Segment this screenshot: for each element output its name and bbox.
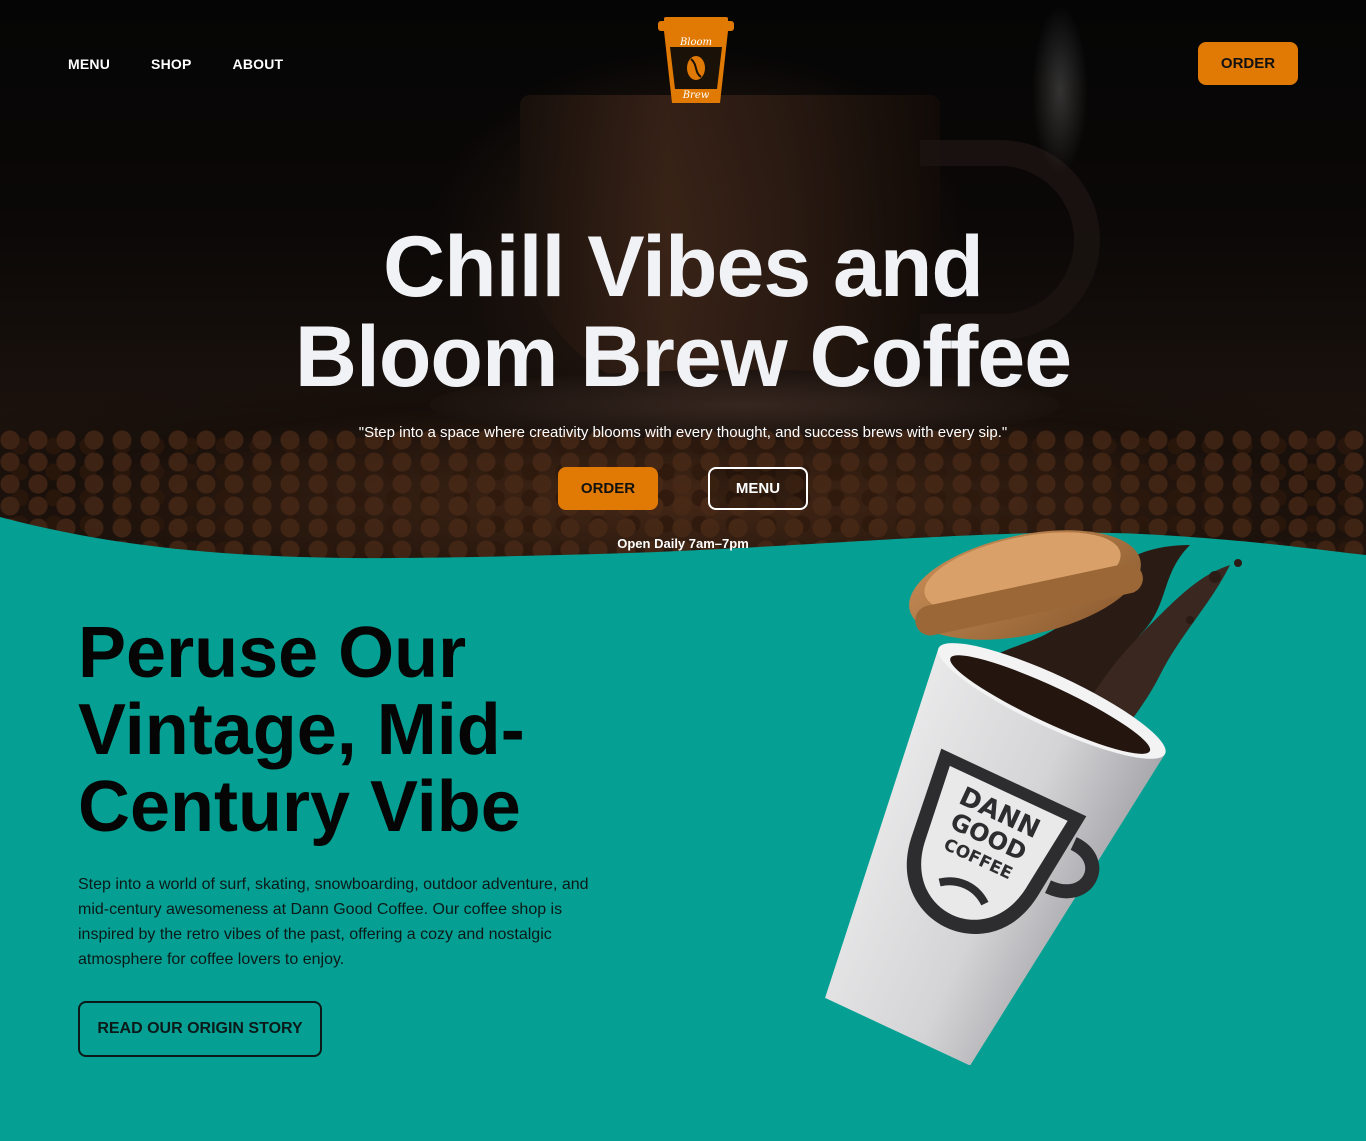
- origin-story-button[interactable]: READ OUR ORIGIN STORY: [78, 1001, 322, 1057]
- section-title: Peruse Our Vintage, Mid- Century Vibe: [78, 615, 638, 846]
- steam-image: [950, 0, 1170, 200]
- section-title-line-1: Peruse Our: [78, 613, 467, 693]
- nav-order-button[interactable]: ORDER: [1198, 42, 1298, 85]
- nav-shop-link[interactable]: SHOP: [151, 56, 191, 72]
- logo-top-text: Bloom: [679, 37, 712, 48]
- hero-title-line-2: Bloom Brew Coffee: [294, 309, 1072, 405]
- hero-title-line-1: Chill Vibes and: [383, 219, 984, 315]
- nav-menu-link[interactable]: MENU: [68, 56, 110, 72]
- logo-bottom-text: Brew: [682, 90, 710, 101]
- section-body-text: Step into a world of surf, skating, snow…: [78, 876, 589, 968]
- nav-about-link[interactable]: ABOUT: [233, 56, 284, 72]
- hero-menu-button[interactable]: MENU: [708, 467, 808, 510]
- bloom-brew-logo[interactable]: Bloom Brew: [656, 17, 736, 105]
- coffee-cup-illustration: DANN GOOD COFFEE: [825, 530, 1242, 1065]
- hero-order-button[interactable]: ORDER: [558, 467, 658, 510]
- main-nav: MENU SHOP ABOUT: [68, 56, 283, 72]
- hero-quote: "Step into a space where creativity bloo…: [358, 424, 1008, 441]
- section-title-line-2: Vintage, Mid-: [78, 690, 525, 770]
- hero-title: Chill Vibes and Bloom Brew Coffee: [0, 222, 1366, 402]
- section-title-line-3: Century Vibe: [78, 767, 521, 847]
